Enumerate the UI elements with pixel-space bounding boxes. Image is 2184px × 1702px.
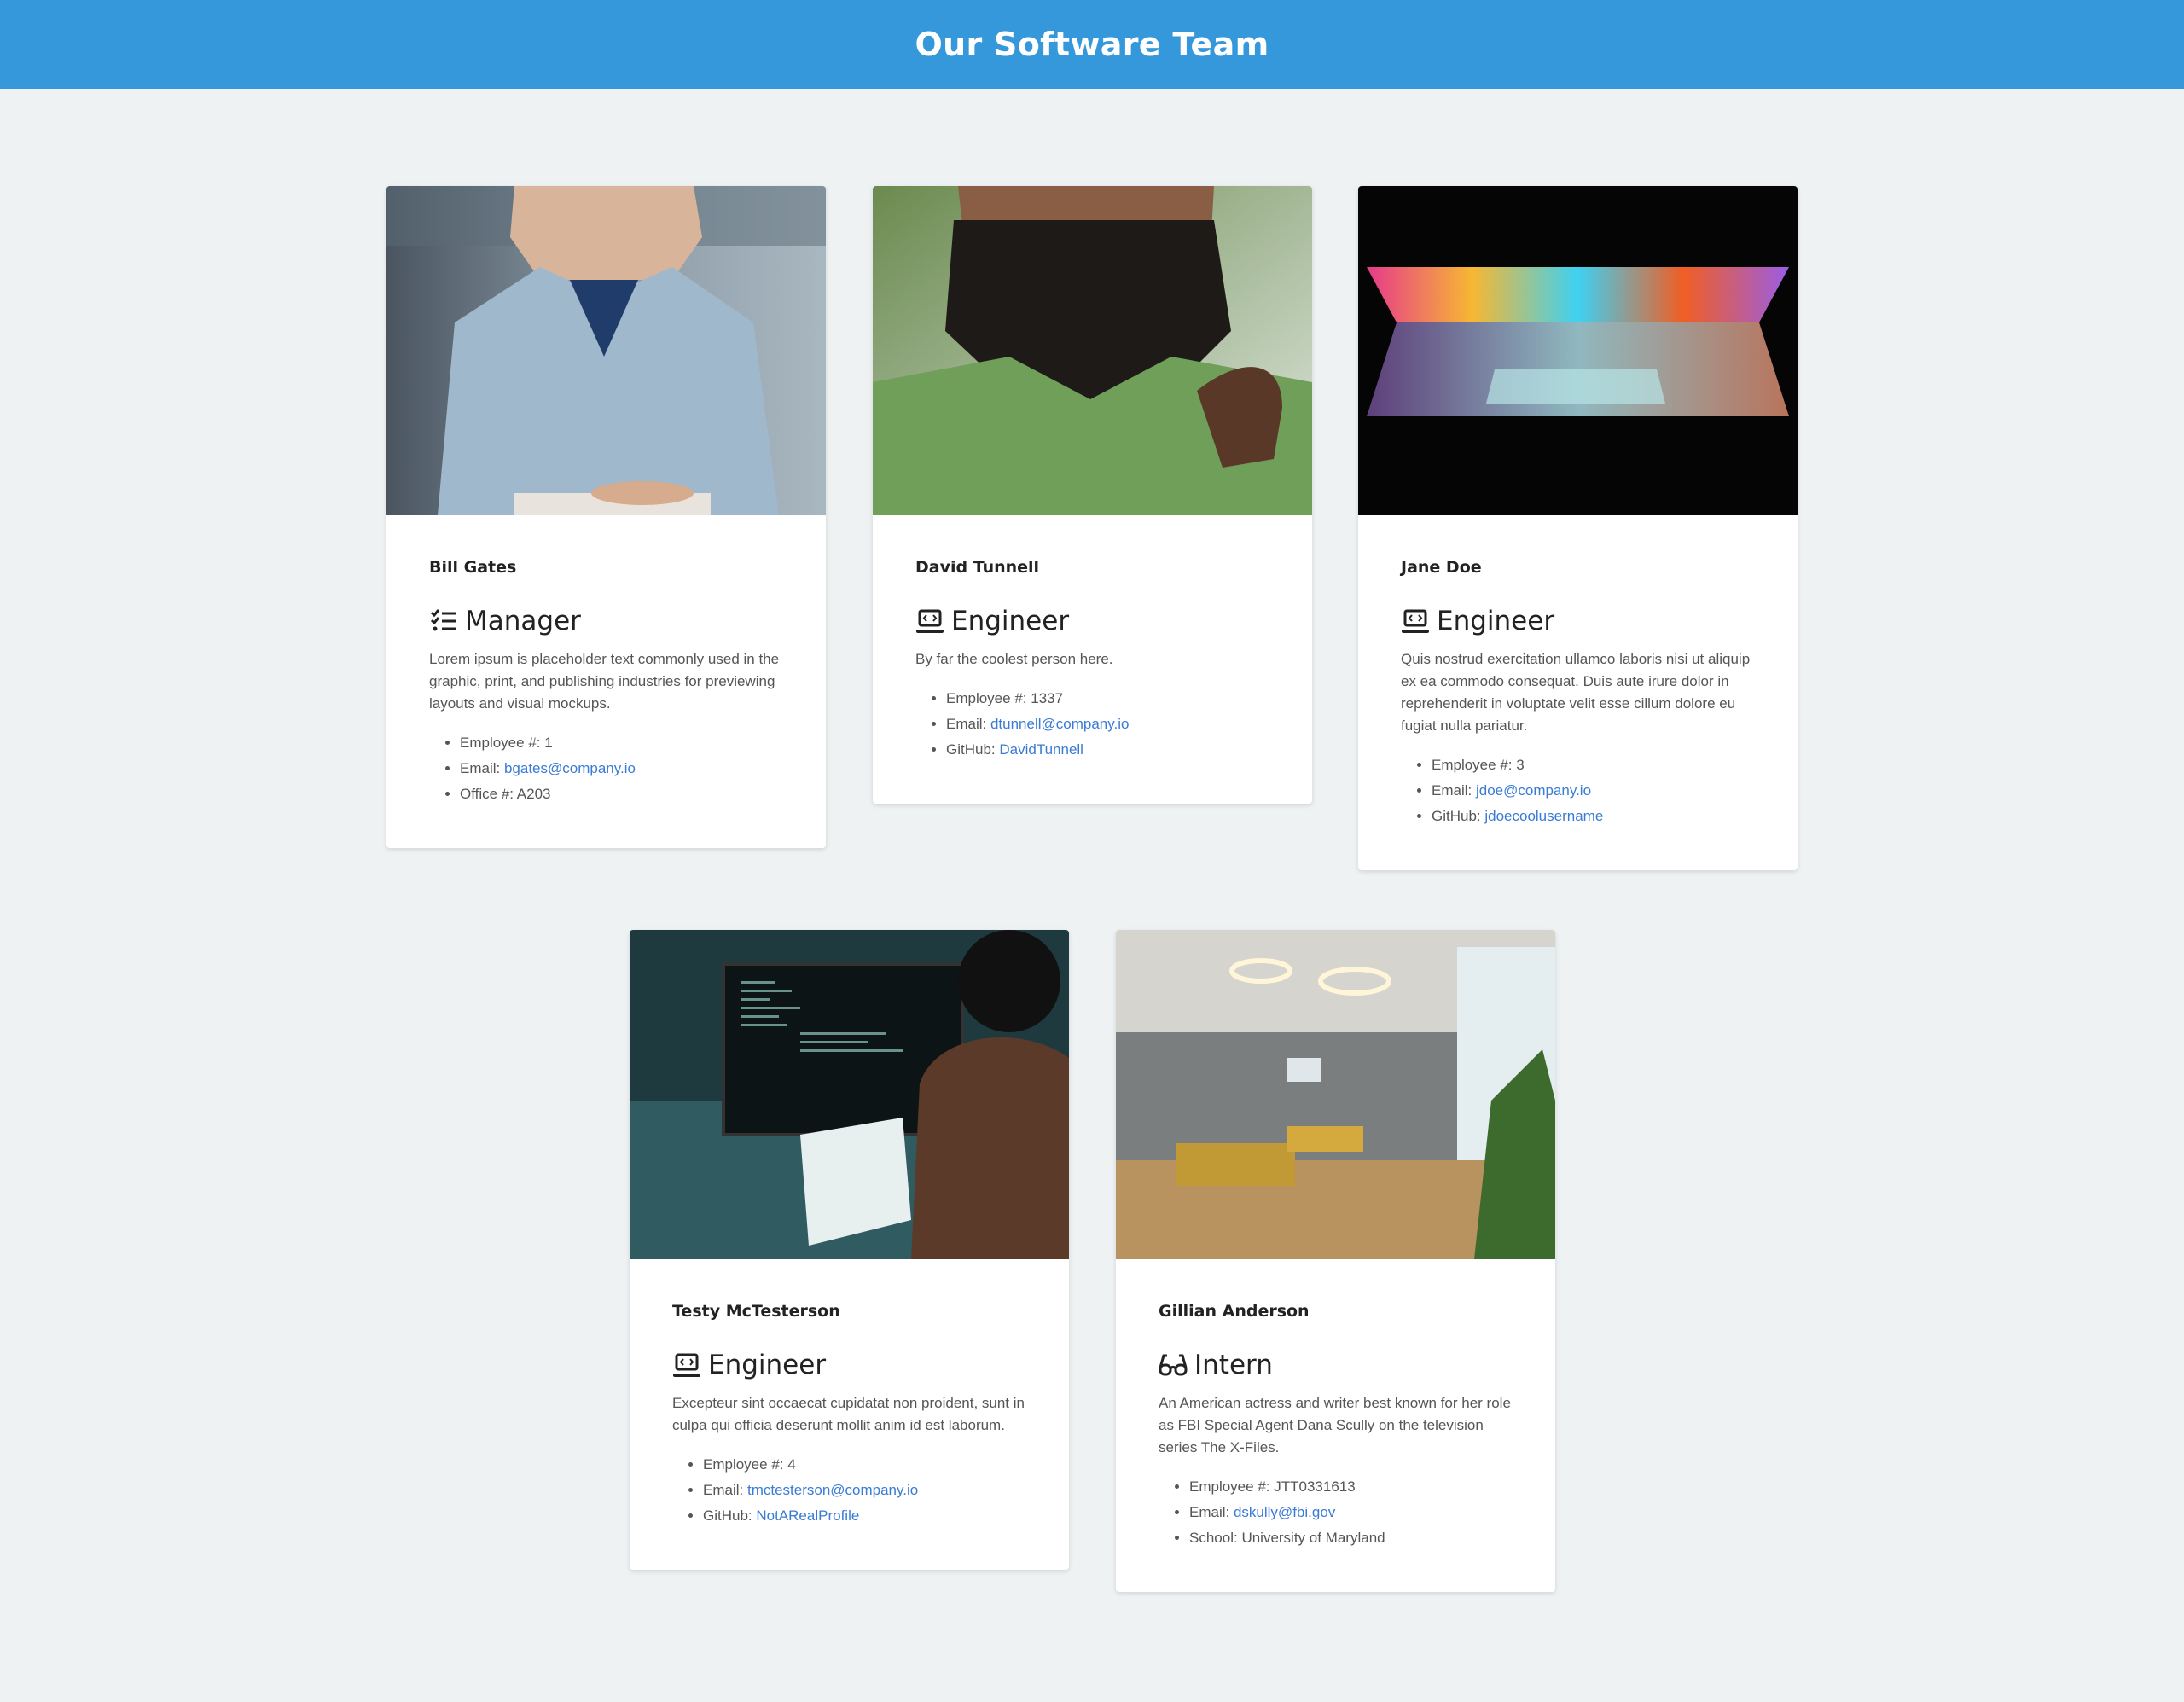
role-label: Engineer xyxy=(1437,606,1555,636)
employee-number: Employee #: JTT0331613 xyxy=(1189,1474,1513,1500)
employee-role: Engineer xyxy=(915,606,1269,636)
laptop-code-icon xyxy=(672,1351,701,1380)
github-link[interactable]: DavidTunnell xyxy=(999,741,1083,758)
employee-details: Employee #: 1 Email: bgates@company.io O… xyxy=(429,730,783,807)
profile-photo xyxy=(873,186,1312,515)
github-link[interactable]: jdoecoolusername xyxy=(1484,808,1603,824)
school-name: School: University of Maryland xyxy=(1189,1525,1513,1551)
role-label: Intern xyxy=(1194,1350,1273,1380)
employee-role: Engineer xyxy=(672,1350,1026,1380)
employee-role: Manager xyxy=(429,606,783,636)
employee-email: Email: dtunnell@company.io xyxy=(946,712,1269,737)
employee-number: Employee #: 1337 xyxy=(946,686,1269,712)
office-number: Office #: A203 xyxy=(460,781,783,807)
employee-role: Intern xyxy=(1159,1350,1513,1380)
employee-details: Employee #: 4 Email: tmctesterson@compan… xyxy=(672,1452,1026,1529)
tasks-icon xyxy=(429,607,458,636)
email-link[interactable]: dskully@fbi.gov xyxy=(1234,1504,1335,1520)
team-card-engineer: David Tunnell Engineer By far the cooles… xyxy=(873,186,1312,804)
email-link[interactable]: dtunnell@company.io xyxy=(990,716,1129,732)
github-profile: GitHub: jdoecoolusername xyxy=(1432,804,1755,829)
employee-role: Engineer xyxy=(1401,606,1755,636)
employee-number: Employee #: 4 xyxy=(703,1452,1026,1478)
team-card-intern: Gillian Anderson Intern An American actr… xyxy=(1116,930,1555,1592)
page-header: Our Software Team xyxy=(0,0,2184,89)
role-label: Engineer xyxy=(951,606,1070,636)
github-link[interactable]: NotARealProfile xyxy=(756,1507,859,1524)
employee-number: Employee #: 3 xyxy=(1432,752,1755,778)
employee-description: An American actress and writer best know… xyxy=(1159,1395,1511,1455)
employee-details: Employee #: JTT0331613 Email: dskully@fb… xyxy=(1159,1474,1513,1551)
laptop-code-icon xyxy=(915,607,944,636)
email-link[interactable]: jdoe@company.io xyxy=(1476,782,1591,799)
employee-name: David Tunnell xyxy=(915,558,1040,577)
role-label: Manager xyxy=(465,606,581,636)
profile-photo xyxy=(630,930,1069,1259)
employee-details: Employee #: 1337 Email: dtunnell@company… xyxy=(915,686,1269,763)
email-link[interactable]: tmctesterson@company.io xyxy=(747,1482,918,1498)
role-label: Engineer xyxy=(708,1350,827,1380)
employee-email: Email: jdoe@company.io xyxy=(1432,778,1755,804)
employee-description: Quis nostrud exercitation ullamco labori… xyxy=(1401,651,1751,734)
team-card-manager: Bill Gates Manager Lorem ipsum is placeh… xyxy=(386,186,826,848)
employee-description: By far the coolest person here. xyxy=(915,651,1113,667)
team-card-engineer: Testy McTesterson Engineer Excepteur sin… xyxy=(630,930,1069,1570)
team-card-engineer: Jane Doe Engineer Quis nostrud exercitat… xyxy=(1358,186,1798,870)
employee-email: Email: bgates@company.io xyxy=(460,756,783,781)
github-profile: GitHub: NotARealProfile xyxy=(703,1503,1026,1529)
glasses-icon xyxy=(1159,1351,1188,1380)
github-profile: GitHub: DavidTunnell xyxy=(946,737,1269,763)
employee-email: Email: dskully@fbi.gov xyxy=(1189,1500,1513,1525)
employee-email: Email: tmctesterson@company.io xyxy=(703,1478,1026,1503)
employee-details: Employee #: 3 Email: jdoe@company.io Git… xyxy=(1401,752,1755,829)
employee-name: Jane Doe xyxy=(1401,558,1482,577)
employee-description: Excepteur sint occaecat cupidatat non pr… xyxy=(672,1395,1025,1433)
profile-photo xyxy=(386,186,826,515)
laptop-code-icon xyxy=(1401,607,1430,636)
employee-number: Employee #: 1 xyxy=(460,730,783,756)
employee-description: Lorem ipsum is placeholder text commonly… xyxy=(429,651,780,712)
employee-name: Testy McTesterson xyxy=(672,1302,840,1321)
email-link[interactable]: bgates@company.io xyxy=(504,760,636,776)
page-title: Our Software Team xyxy=(915,26,1269,63)
profile-photo xyxy=(1358,186,1798,515)
profile-photo xyxy=(1116,930,1555,1259)
employee-name: Gillian Anderson xyxy=(1159,1302,1310,1321)
employee-name: Bill Gates xyxy=(429,558,517,577)
